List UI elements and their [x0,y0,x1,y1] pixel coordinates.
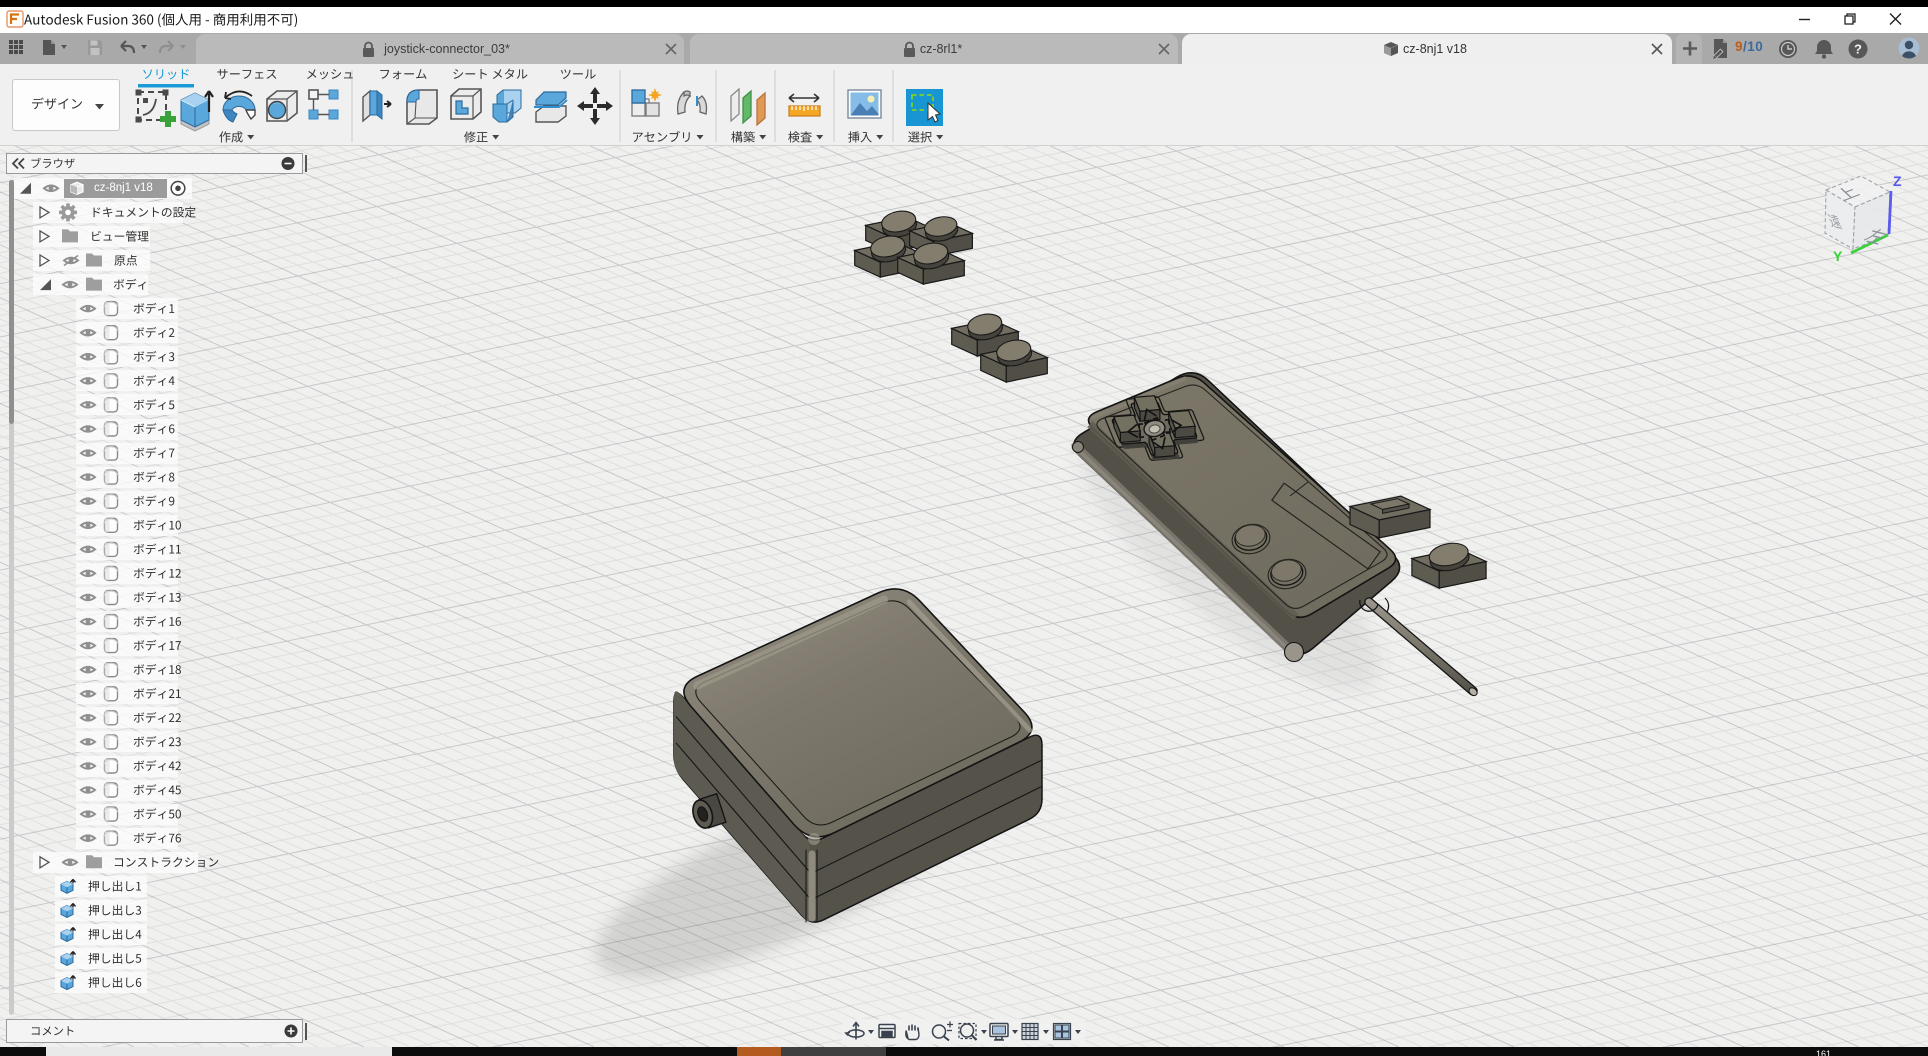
svg-text:?: ? [1854,42,1862,57]
